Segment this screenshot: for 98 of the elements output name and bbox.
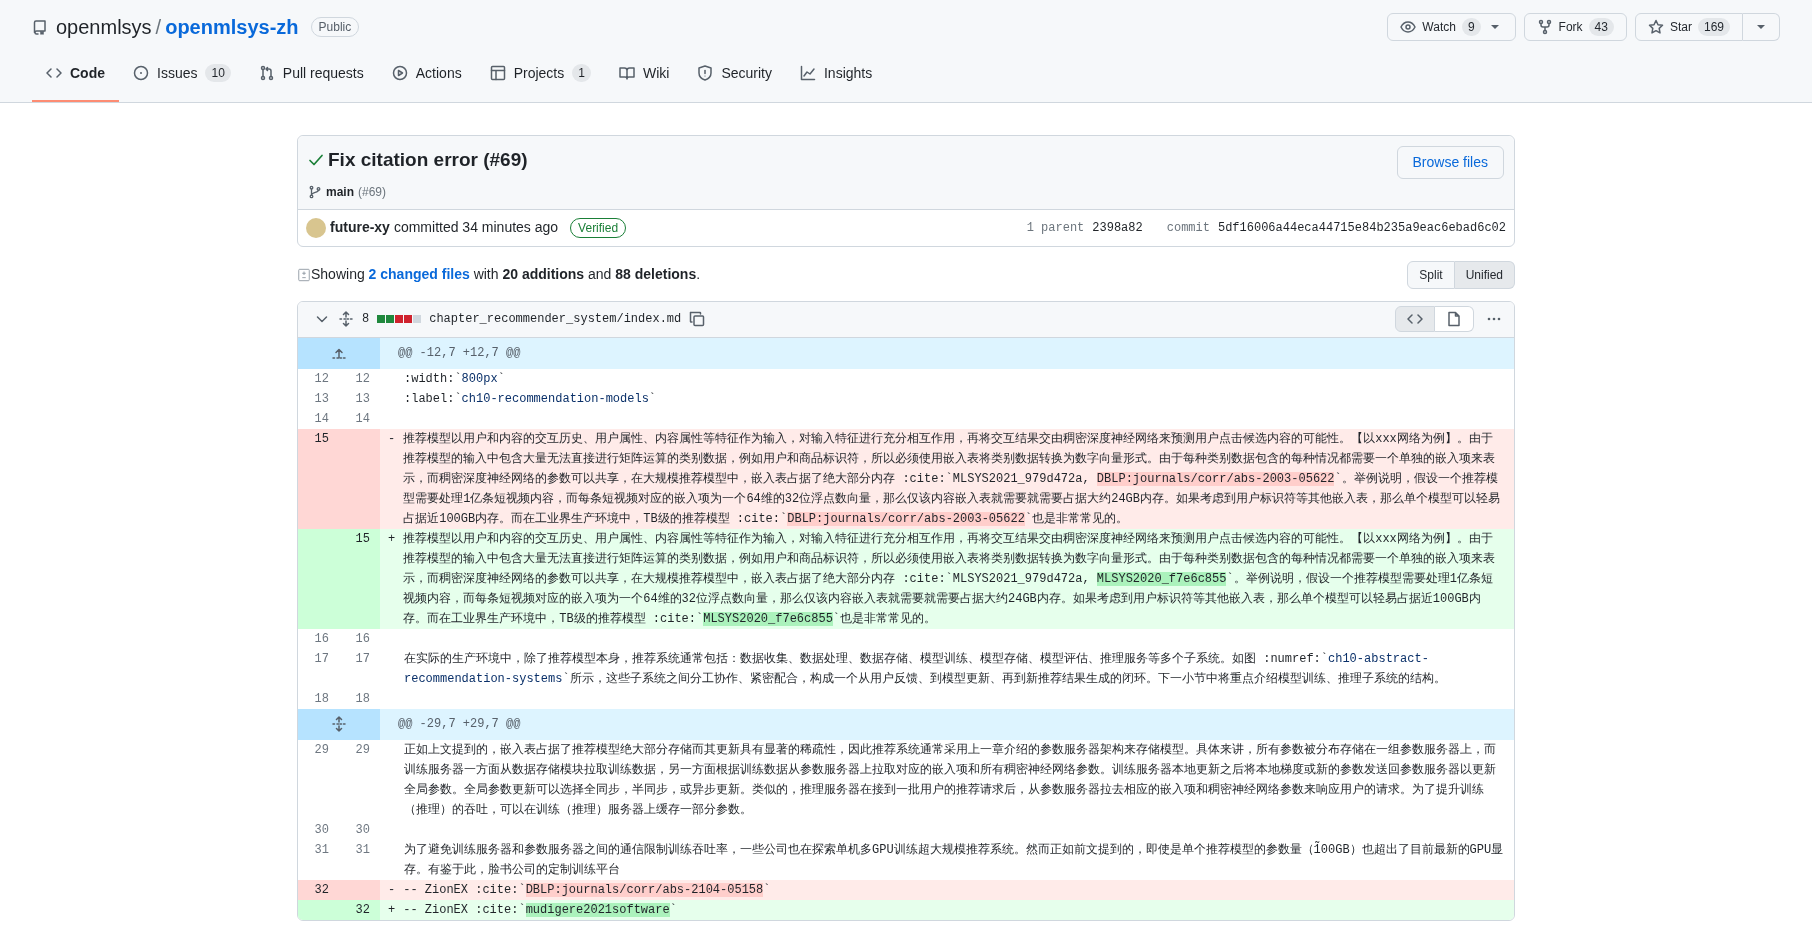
author-link[interactable]: future-xy bbox=[330, 217, 390, 238]
fork-icon bbox=[1536, 19, 1553, 35]
line-number: 18 bbox=[354, 690, 371, 708]
expand-icon bbox=[338, 311, 354, 327]
changes-summary: Showing 2 changed files with 20 additions and 88 deletions. bbox=[311, 265, 701, 284]
file-icon bbox=[1446, 311, 1462, 327]
code-line: -- ZionEX :cite:`DBLP:journals/corr/abs-2104-05158` bbox=[403, 881, 771, 899]
line-number: 14 bbox=[354, 410, 371, 428]
code-line: -- ZionEX :cite:`mudigere2021software` bbox=[403, 901, 677, 919]
file-diff-icon bbox=[297, 267, 311, 282]
nav-tab[interactable]: Actions bbox=[377, 46, 476, 102]
count-badge: 10 bbox=[205, 64, 231, 82]
pull-request-icon bbox=[258, 65, 275, 81]
fork-button[interactable]: Fork 43 bbox=[1523, 13, 1627, 41]
path-separator: / bbox=[155, 15, 162, 40]
diffstat-bar bbox=[377, 315, 422, 323]
line-number: 12 bbox=[354, 370, 371, 388]
hunk-header: @@ -29,7 +29,7 @@ bbox=[398, 716, 521, 733]
change-count: 8 bbox=[362, 311, 370, 328]
code-line: 正如上文提到的，嵌入表占据了推荐模型绝大部分存储而其更新具有显著的稀疏性，因此推荐系统通常采用上一章介绍的参数服务器架构来存储模型。具体来讲，所有参数被分布存储在一组参数服务器上，而训练服务器一方面从数据存储模块拉取训练数据，另一方面根据训练数据从参数服务器上拉取对应的嵌入项和所有稠密神经网络参数。训练服务器本地更新之后将本地梯度或新的参数发送回参数服务器以更新全局参数。全局参数更新可以选择全同步，半同步，或异步更新。类似的，推理服务器在接到一批用户的推荐请求后，从参数服务器拉去相应的嵌入项和稠密神经网络参数来响应用户的请求。为了提升训练（推理）的吞吐，可以在训练（推理）服务器上缓存一部分参数。 bbox=[403, 741, 1497, 819]
play-icon bbox=[391, 65, 408, 81]
shield-icon bbox=[697, 65, 714, 81]
book-icon bbox=[618, 65, 635, 81]
code-line: 为了避免训练服务器和参数服务器之间的通信限制训练吞吐率，一些公司也在探索单机多GPU训练超大规模推荐系统。然而正如前文提到的，即使是单个推荐模型的参数量（1̃00GB）也超出了目前最新的GPU显存。有鉴于此，脸书公司的定制训练平台 bbox=[403, 840, 1504, 879]
gutter-cell bbox=[339, 879, 380, 900]
commit-label: commit bbox=[1166, 219, 1210, 237]
line-number: 16 bbox=[313, 630, 330, 648]
diff-marker: - bbox=[388, 430, 396, 448]
code-line: 推荐模型以用户和内容的交互历史、用户属性、内容属性等特征作为输入，对输入特征进行充分相互作用，再将交互结果交由稠密深度神经网络来预测用户点击候选内容的可能性。【以xxx网络为例】。由于推荐模型的输入中包含大量无法直接进行矩阵运算的类别数据，例如用户和商品标识符，所以必须使用嵌入表将类别数据转换为数字向量形式。由于每种类别数据包含的每种情况都需要一个单独的嵌入项来表示，而稠密深度神经网络的参数可以共享，在大规模推荐模型中，嵌入表占据了绝大部分内存 :cite:`MLSYS2021_979d472a, DBLP:journals/corr/abs-2003-05622`。举例说明，假设一个推荐模型需要处理1亿条短视频内容，而每条短视频对应的嵌入项为一个64维的32位浮点数向量，那么仅该内容嵌入表就需要就需要占据大约24GB内存。如果考虑到用户标识符等其他嵌入表，那么单个模型可以轻易占据近100GB内存。而在工业界生产环境中，TB级的推荐模型 :cite:`DBLP:journals/corr/abs-2003-05622`也是非常常见的。 bbox=[403, 430, 1501, 528]
repo-icon bbox=[32, 19, 48, 35]
diff-marker: + bbox=[388, 530, 396, 548]
code-line: 推荐模型以用户和内容的交互历史、用户属性、内容属性等特征作为输入，对输入特征进行充分相互作用，再将交互结果交由稠密深度神经网络来预测用户点击候选内容的可能性。【以xxx网络为例】。由于推荐模型的输入中包含大量无法直接进行矩阵运算的类别数据，例如用户和商品标识符，所以必须使用嵌入表将类别数据转换为数字向量形式。由于每种类别数据包含的每种情况都需要一个单独的嵌入项来表示，而稠密深度神经网络的参数可以共享，在大规模推荐模型中，嵌入表占据了绝大部分内存 :cite:`MLSYS2021_979d472a, MLSYS2020_f7e6c855`。举例说明，假设一个推荐模型需要处理1亿条短视频内容，而每条短视频对应的嵌入项为一个64维的32位浮点数向量，那么仅该内容嵌入表就需要就需要占据大约24GB内存。如果考虑到用户标识符等其他嵌入表，那么单个模型可以轻易占据近100GB内存。而在工业界生产环境中，TB级的推荐模型 :cite:`MLSYS2020_f7e6c855`也是非常常见的。 bbox=[403, 530, 1497, 628]
code-line: :width:`800px` bbox=[403, 370, 505, 388]
line-number: 32 bbox=[298, 879, 339, 900]
nav-tab[interactable]: Security bbox=[683, 46, 786, 102]
parent-label: 1 parent bbox=[1026, 219, 1085, 237]
copy-button[interactable] bbox=[689, 311, 706, 327]
table-icon bbox=[489, 65, 506, 81]
expand-icon[interactable] bbox=[331, 716, 347, 732]
code-icon bbox=[46, 65, 62, 81]
line-number: 32 bbox=[339, 899, 380, 920]
diff-marker: - bbox=[388, 881, 396, 899]
rich-view-button[interactable] bbox=[1435, 306, 1474, 332]
owner-link[interactable]: openmlsys bbox=[56, 12, 152, 42]
nav-tab[interactable]: Insights bbox=[785, 46, 887, 102]
branch-reference: (#69) bbox=[358, 183, 387, 201]
line-number: 30 bbox=[313, 821, 330, 839]
nav-tab[interactable]: Issues 10 bbox=[119, 46, 245, 102]
diff-marker: + bbox=[388, 901, 396, 919]
nav-tab[interactable]: Pull requests bbox=[244, 46, 378, 102]
circle-dot-icon bbox=[133, 65, 149, 81]
copy-icon bbox=[689, 311, 706, 327]
line-number: 31 bbox=[313, 841, 330, 859]
line-number: 14 bbox=[313, 410, 330, 428]
line-number: 16 bbox=[354, 630, 371, 648]
line-number: 17 bbox=[313, 650, 330, 668]
gutter-cell bbox=[298, 899, 339, 920]
graph-icon bbox=[799, 65, 816, 81]
count-badge: 1 bbox=[572, 64, 591, 82]
watch-count: 9 bbox=[1461, 18, 1481, 36]
code-line: :label:`ch10-recommendation-models` bbox=[403, 390, 657, 408]
view-toggle-button[interactable]: Unified bbox=[1454, 260, 1515, 289]
commit-time: committed 34 minutes ago bbox=[393, 218, 559, 237]
fork-count: 43 bbox=[1588, 18, 1614, 36]
code-line: 在实际的生产环境中，除了推荐模型本身，推荐系统通常包括：数据收集、数据处理、数据存储、模型训练、模型存储、模型评估、推理服务等多个子系统。如图 :numref:`ch10-abstract-recommendation-systems`所示，这些子系统之间分工协作、紧密配合，构成一个从用户反馈、到模型更新、再到新推荐结果生成的闭环。下一小节中将重点介绍模型训练、推理子系统的结构。 bbox=[403, 650, 1447, 688]
nav-tab[interactable]: Code bbox=[32, 46, 119, 102]
branch-icon bbox=[308, 184, 322, 199]
line-number: 17 bbox=[354, 650, 371, 668]
commit-sha: 5df16006a44eca44715e84b235a9eac6ebad6c02 bbox=[1217, 219, 1506, 237]
hunk-header: @@ -12,7 +12,7 @@ bbox=[398, 345, 521, 362]
star-button[interactable]: Star 169 bbox=[1634, 13, 1743, 41]
file-path: chapter_recommender_system/index.md bbox=[429, 311, 682, 328]
line-number: 18 bbox=[313, 690, 330, 708]
nav-tab[interactable]: Projects 1 bbox=[475, 46, 605, 102]
line-number: 31 bbox=[354, 841, 371, 859]
line-number: 12 bbox=[313, 370, 330, 388]
nav-tab[interactable]: Wiki bbox=[604, 46, 684, 102]
line-number: 29 bbox=[313, 741, 330, 759]
repo-name-link[interactable]: openmlsys-zh bbox=[165, 12, 299, 42]
pull-request-link[interactable]: #69 bbox=[489, 149, 522, 170]
parent-sha-link[interactable]: 2398a82 bbox=[1092, 218, 1143, 237]
eye-icon bbox=[1400, 19, 1417, 35]
line-number: 15 bbox=[298, 428, 339, 529]
star-count: 169 bbox=[1697, 18, 1730, 36]
line-number: 13 bbox=[354, 390, 371, 408]
view-toggle-button[interactable]: Split bbox=[1407, 260, 1455, 289]
changed-files-link[interactable]: 2 changed files bbox=[368, 266, 470, 282]
commit-title: Fix citation error (#69) bbox=[328, 148, 528, 172]
star-icon bbox=[1647, 19, 1664, 35]
line-number: 13 bbox=[313, 390, 330, 408]
code-icon bbox=[1407, 311, 1423, 327]
avatar bbox=[306, 217, 326, 238]
line-number: 29 bbox=[354, 741, 371, 759]
line-number: 15 bbox=[339, 528, 380, 629]
browse-files-button[interactable]: Browse files bbox=[1396, 146, 1504, 179]
branch-name: main bbox=[326, 183, 354, 201]
watch-button[interactable]: Watch 9 bbox=[1387, 13, 1516, 41]
line-number: 30 bbox=[354, 821, 371, 839]
